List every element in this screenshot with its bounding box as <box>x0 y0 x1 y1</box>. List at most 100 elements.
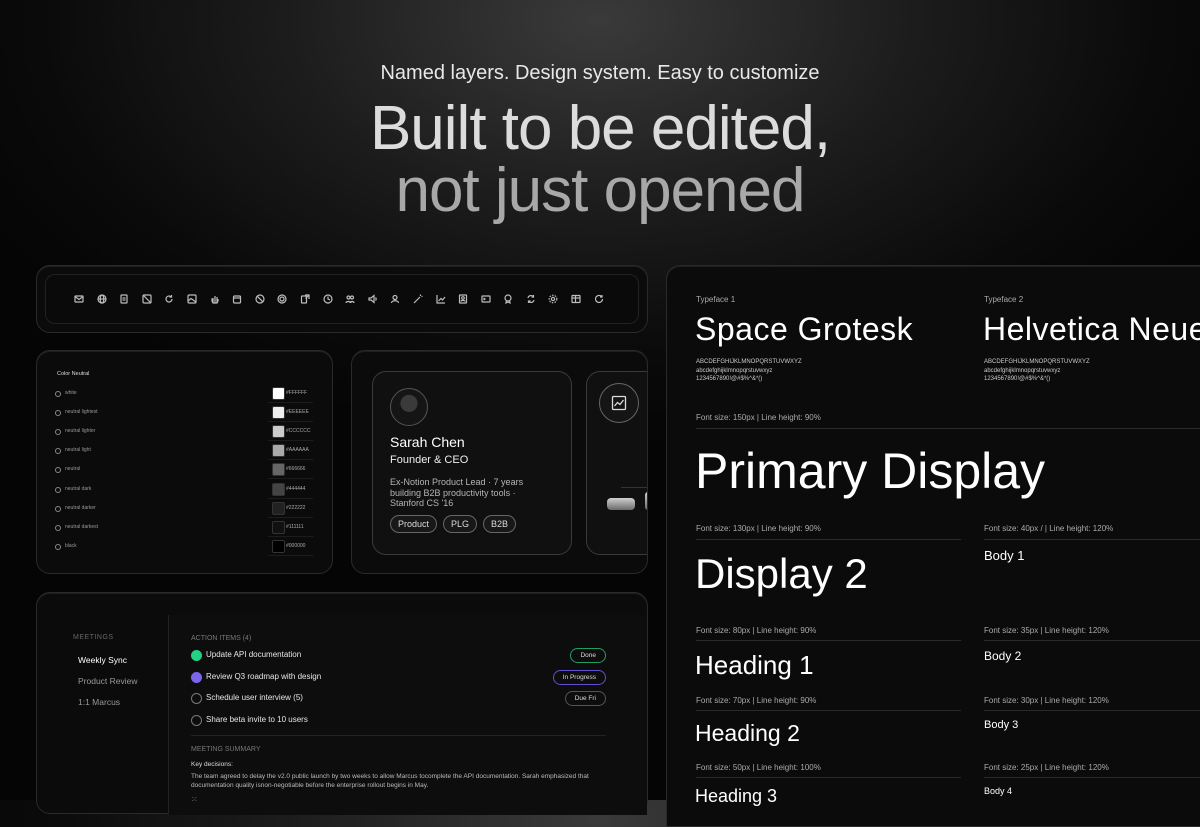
divider <box>696 539 961 540</box>
heading2-sample: Heading 2 <box>695 720 800 746</box>
body2-sample: Body 2 <box>984 649 1022 663</box>
typeface1-name: Space Grotesk <box>695 311 914 347</box>
color-row[interactable]: neutral lighter #CCCCCC <box>55 423 350 442</box>
magic-wand-icon[interactable] <box>413 294 423 304</box>
divider <box>268 459 313 461</box>
action-item[interactable]: Schedule user interview (5) Due Fri <box>191 691 606 707</box>
meeting-item-weekly-sync[interactable]: Weekly Sync <box>78 655 127 665</box>
checkbox-icon[interactable] <box>191 671 202 683</box>
radio-icon <box>55 429 61 436</box>
rotate-icon[interactable] <box>594 294 604 304</box>
body1-meta: Font size: 40px / | Line height: 120% <box>984 524 1114 533</box>
volume-icon[interactable] <box>368 294 378 304</box>
tag-b2b[interactable]: B2B <box>483 515 517 533</box>
action-item[interactable]: Share beta invite to 10 users <box>191 713 606 729</box>
color-hex: #CCCCCC <box>286 428 311 435</box>
action-item-text: Review Q3 roadmap with design <box>206 671 322 681</box>
body4-meta: Font size: 25px | Line height: 120% <box>984 763 1109 772</box>
heading1-meta: Font size: 80px | Line height: 90% <box>696 626 817 635</box>
color-row[interactable]: neutral darkest #111111 <box>55 519 350 538</box>
color-hex: #FFFFFF <box>286 390 308 396</box>
body3-sample: Body 3 <box>984 719 1019 731</box>
typography-panel: Typeface 1 Space Grotesk ABCDEFGHIJKLMNO… <box>666 265 1200 827</box>
typeface1-lowercase: abcdefghijklmnopqrstuvwxyz <box>696 367 773 374</box>
action-item[interactable]: Review Q3 roadmap with design In Progress <box>191 669 606 686</box>
tag-plg[interactable]: PLG <box>443 515 478 533</box>
primary-display-sample: Primary Display <box>695 443 1046 499</box>
action-item-text: Share beta invite to 10 users <box>206 714 308 724</box>
image-icon[interactable] <box>187 294 197 304</box>
color-row[interactable]: neutral dark #444444 <box>55 481 350 500</box>
body1-sample: Body 1 <box>984 548 1025 563</box>
typeface1-uppercase: ABCDEFGHIJKLMNOPQRSTUVWXYZ <box>696 359 802 365</box>
checkbox-icon[interactable] <box>191 714 202 726</box>
calendar-icon[interactable] <box>232 294 242 304</box>
color-hex: #666666 <box>286 466 306 473</box>
mail-icon[interactable] <box>74 294 84 304</box>
trend-chart-icon <box>599 383 639 423</box>
chart-card[interactable] <box>586 371 647 555</box>
divider <box>984 777 1200 778</box>
radio-icon <box>55 486 61 493</box>
target-icon[interactable] <box>277 294 287 304</box>
settings-icon[interactable] <box>548 294 558 304</box>
typeface2-charset: ABCDEFGHIJKLMNOPQRSTUVWXYZ abcdefghijklm… <box>984 358 1090 384</box>
meeting-item-1on1-marcus[interactable]: 1:1 Marcus <box>78 697 120 707</box>
color-name: neutral darker <box>65 504 96 511</box>
action-items-label: ACTION ITEMS (4) <box>191 635 252 642</box>
color-row[interactable]: neutral #666666 <box>55 461 350 480</box>
color-row[interactable]: neutral light #AAAAAA <box>55 442 350 461</box>
profile-role: Founder & CEO <box>390 454 469 466</box>
checkbox-icon[interactable] <box>191 650 202 661</box>
color-row[interactable]: black #000000 <box>55 538 350 557</box>
checkbox-icon[interactable] <box>191 693 202 704</box>
divider <box>696 777 961 778</box>
body2-meta: Font size: 35px | Line height: 120% <box>984 626 1109 635</box>
radio-icon <box>55 543 61 550</box>
sync-icon[interactable] <box>526 294 536 304</box>
color-hex: #EEEEEE <box>286 409 309 416</box>
users-icon[interactable] <box>345 294 355 304</box>
color-row[interactable]: neutral darker #222222 <box>55 500 350 519</box>
hero-subtitle: Named layers. Design system. Easy to cus… <box>380 62 820 84</box>
terminal-icon[interactable] <box>481 294 491 304</box>
color-row[interactable]: neutral lightest #EEEEEE <box>55 404 350 423</box>
refresh-icon[interactable] <box>164 294 174 304</box>
document-icon[interactable] <box>119 294 129 304</box>
hero-title-line1: Built to be edited, <box>369 94 831 163</box>
meetings-panel: MEETINGS Weekly Sync Product Review 1:1 … <box>36 592 648 815</box>
profile-card[interactable]: Sarah Chen Founder & CEO Ex-Notion Produ… <box>372 371 572 555</box>
table-icon[interactable] <box>571 294 581 304</box>
divider <box>268 535 313 537</box>
icon-bar-panel <box>36 265 648 333</box>
user-icon[interactable] <box>390 294 400 304</box>
typeface2-numbers: 1234567890!@#$%^&*() <box>984 376 1051 382</box>
hand-icon[interactable] <box>210 294 220 304</box>
heading2-meta: Font size: 70px | Line height: 90% <box>696 696 817 705</box>
image-off-icon[interactable] <box>142 294 152 304</box>
chart-bar <box>607 498 635 510</box>
color-row[interactable]: white #FFFFFF <box>55 385 350 404</box>
color-swatch <box>272 520 285 534</box>
heading1-sample: Heading 1 <box>695 650 814 680</box>
action-item[interactable]: Update API documentation Done <box>191 648 606 664</box>
clock-icon[interactable] <box>322 294 333 304</box>
id-card-icon[interactable] <box>458 294 468 304</box>
profile-tags: Product PLG B2B <box>390 515 517 533</box>
action-item-text: Schedule user interview (5) <box>206 693 303 702</box>
hero-title: Built to be edited, not just opened <box>0 98 1200 222</box>
color-name: neutral lightest <box>65 409 98 416</box>
badge-icon[interactable] <box>503 294 513 304</box>
share-icon[interactable] <box>300 294 310 304</box>
color-hex: #111111 <box>286 523 304 530</box>
profile-bio: Ex-Notion Product Lead · 7 years buildin… <box>390 477 524 508</box>
divider <box>268 421 313 423</box>
ban-icon[interactable] <box>255 294 265 304</box>
chart-icon[interactable] <box>435 294 446 304</box>
tag-product[interactable]: Product <box>390 515 438 533</box>
color-hex: #000000 <box>286 542 306 549</box>
radio-icon <box>55 410 61 417</box>
globe-icon[interactable] <box>96 294 107 304</box>
color-swatch <box>272 501 285 515</box>
meeting-item-product-review[interactable]: Product Review <box>78 676 138 686</box>
